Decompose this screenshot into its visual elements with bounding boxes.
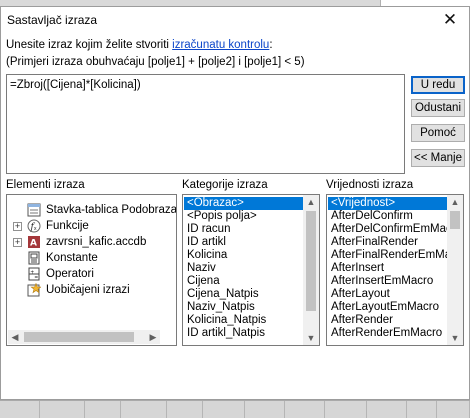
values-list[interactable]: <Vrijednost> AfterDelConfirm AfterDelConfi…: [326, 194, 464, 346]
list-item[interactable]: ID racun: [184, 223, 303, 236]
operator-icon: + =: [27, 267, 41, 281]
constant-icon: [27, 251, 41, 265]
categories-vertical-scrollbar[interactable]: ▲ ▼: [303, 195, 319, 345]
form-icon: [27, 203, 41, 217]
list-item[interactable]: Cijena_Natpis: [184, 288, 303, 301]
list-item[interactable]: AfterRender: [328, 314, 447, 327]
list-item[interactable]: <Obrazac>: [184, 197, 303, 210]
list-item[interactable]: AfterDelConfirmEmMacro: [328, 223, 462, 236]
tree-item-label: Funkcije: [46, 220, 89, 232]
database-icon: A: [27, 235, 41, 249]
list-item[interactable]: <Popis polja>: [184, 210, 303, 223]
expand-icon[interactable]: +: [13, 238, 22, 247]
list-item[interactable]: AfterLayoutEmMacro: [328, 301, 447, 314]
list-item[interactable]: AfterRenderEmMacro: [328, 327, 447, 340]
list-item[interactable]: Cijena: [184, 275, 303, 288]
scroll-thumb[interactable]: [306, 211, 316, 311]
scroll-thumb[interactable]: [24, 332, 134, 342]
expression-input[interactable]: =Zbroj([Cijena]*[Kolicina]): [6, 74, 405, 174]
list-item[interactable]: AfterDelConfirm: [328, 210, 447, 223]
scroll-left-icon[interactable]: ◀: [8, 330, 22, 344]
tree-item-label: Uobičajeni izrazi: [46, 284, 130, 296]
svg-text:A: A: [30, 239, 37, 249]
title-bar[interactable]: Sastavljač izraza ✕: [1, 7, 469, 33]
list-item[interactable]: AfterFinalRenderEmMacro: [328, 249, 463, 262]
list-item[interactable]: AfterInsert: [328, 262, 447, 275]
close-icon[interactable]: ✕: [435, 7, 465, 33]
tree-item-label: zavrsni_kafic.accdb: [46, 236, 147, 248]
star-icon: [27, 282, 42, 297]
instruction-text: Unesite izraz kojim želite stvoriti izra…: [6, 39, 273, 51]
svg-text:=: =: [35, 275, 39, 281]
instruction-prefix: Unesite izraz kojim želite stvoriti: [6, 39, 173, 51]
cancel-button[interactable]: Odustani: [411, 99, 465, 117]
expression-builder-dialog: Sastavljač izraza ✕ Unesite izraz kojim …: [0, 6, 470, 400]
background-grid-strip: [0, 400, 470, 418]
scroll-up-icon[interactable]: ▲: [447, 195, 463, 209]
less-button[interactable]: << Manje: [411, 149, 465, 167]
help-button[interactable]: Pomoć: [411, 124, 465, 142]
tree-item-label: Konstante: [46, 252, 98, 264]
list-item[interactable]: Kolicina: [184, 249, 303, 262]
scroll-up-icon[interactable]: ▲: [303, 195, 319, 209]
instruction-suffix: :: [269, 39, 273, 51]
categories-label: Kategorije izraza: [182, 179, 268, 191]
values-vertical-scrollbar[interactable]: ▲ ▼: [447, 195, 463, 345]
list-item[interactable]: <Vrijednost>: [328, 197, 447, 210]
list-item[interactable]: Kolicina_Natpis: [184, 314, 303, 327]
elements-label: Elementi izraza: [6, 179, 85, 191]
calculated-control-link[interactable]: izračunatu kontrolu: [172, 39, 269, 51]
elements-tree[interactable]: Stavka-tablica Podobrazac + f x Funkcije + Aza…: [6, 194, 177, 346]
scroll-down-icon[interactable]: ▼: [447, 331, 463, 345]
list-item[interactable]: ID artikl: [184, 236, 303, 249]
list-item[interactable]: AfterFinalRender: [328, 236, 447, 249]
expand-icon[interactable]: +: [13, 222, 22, 231]
list-item[interactable]: AfterInsertEmMacro: [328, 275, 447, 288]
tree-item-label: Stavka-tablica Podobrazac: [46, 204, 177, 216]
dialog-title: Sastavljač izraza: [7, 13, 98, 27]
tree-item-label: Operatori: [46, 268, 94, 280]
categories-list[interactable]: <Obrazac> <Popis polja> ID racun ID artikl K…: [182, 194, 320, 346]
scroll-right-icon[interactable]: ▶: [146, 330, 160, 344]
ok-button[interactable]: U redu: [411, 76, 465, 94]
list-item[interactable]: Naziv: [184, 262, 303, 275]
list-item[interactable]: Naziv_Natpis: [184, 301, 303, 314]
elements-horizontal-scrollbar[interactable]: ◀ ▶: [8, 330, 160, 344]
example-text: (Primjeri izraza obuhvaćaju [polje1] + […: [6, 56, 305, 68]
scroll-down-icon[interactable]: ▼: [303, 331, 319, 345]
function-icon: fx: [27, 219, 41, 233]
list-item[interactable]: ID artikl_Natpis: [184, 327, 303, 340]
scroll-thumb[interactable]: [450, 211, 460, 229]
list-item[interactable]: AfterLayout: [328, 288, 447, 301]
values-label: Vrijednosti izraza: [326, 179, 414, 191]
